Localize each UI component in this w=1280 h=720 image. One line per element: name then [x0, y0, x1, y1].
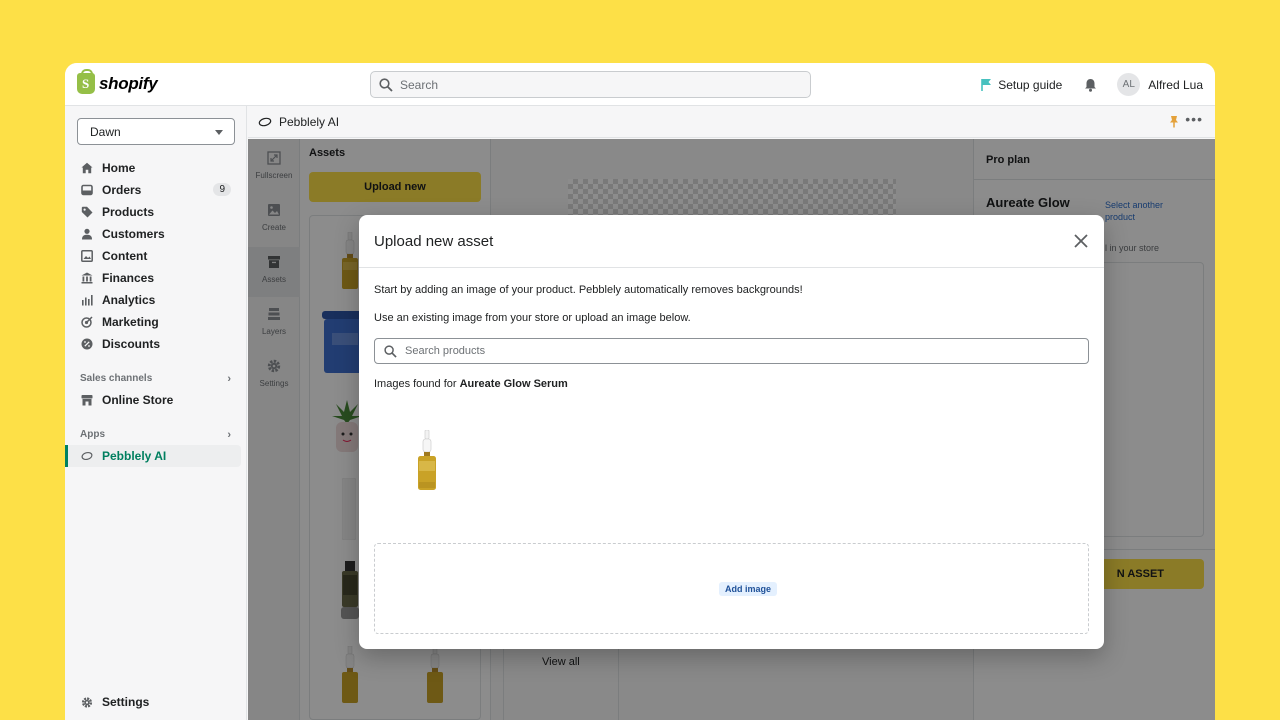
search-input[interactable]	[400, 77, 800, 92]
images-found-prefix: Images found for	[374, 378, 460, 390]
bank-icon	[81, 272, 93, 284]
sidebar-item-finances[interactable]: Finances	[65, 267, 247, 289]
home-icon	[81, 162, 93, 174]
top-right-controls: Setup guide AL Alfred Lua	[981, 71, 1203, 98]
sidebar-item-orders[interactable]: Orders 9	[65, 179, 247, 201]
sales-channels-label: Sales channels	[80, 372, 153, 384]
target-icon	[81, 316, 93, 328]
discount-icon	[81, 338, 93, 350]
sidebar-item-label: Products	[102, 205, 155, 219]
sidebar-item-pebblely-ai[interactable]: Pebblely AI	[65, 445, 241, 467]
close-icon[interactable]	[1072, 232, 1090, 250]
sidebar-item-label: Settings	[102, 695, 150, 709]
sidebar-item-label: Orders	[102, 183, 142, 197]
tag-icon	[81, 206, 93, 218]
sidebar-item-label: Discounts	[102, 337, 161, 351]
shopify-logo[interactable]: shopify	[77, 69, 158, 94]
sidebar-item-analytics[interactable]: Analytics	[65, 289, 247, 311]
notifications-button[interactable]	[1084, 78, 1097, 92]
images-found-product: Aureate Glow Serum	[459, 378, 568, 390]
modal-intro-text: Start by adding an image of your product…	[374, 284, 803, 296]
app-title: Pebblely AI	[279, 114, 340, 129]
bell-icon	[1085, 78, 1097, 92]
orders-icon	[81, 184, 93, 196]
sidebar-item-online-store[interactable]: Online Store	[65, 389, 247, 411]
store-name: Dawn	[90, 124, 121, 139]
sidebar-item-label: Marketing	[102, 315, 159, 329]
sidebar-item-content[interactable]: Content	[65, 245, 247, 267]
person-icon	[81, 228, 93, 240]
sidebar-item-customers[interactable]: Customers	[65, 223, 247, 245]
content-icon	[81, 250, 93, 262]
logo-text: shopify	[99, 73, 158, 93]
shopify-bag-icon	[77, 69, 95, 94]
sidebar-item-label: Customers	[102, 227, 165, 241]
pebble-icon	[81, 450, 93, 462]
product-search[interactable]	[374, 338, 1089, 364]
more-options-icon[interactable]: •••	[1185, 111, 1203, 127]
store-selector[interactable]: Dawn	[77, 118, 235, 145]
pebble-icon	[258, 117, 272, 126]
search-products-input[interactable]	[405, 345, 1065, 357]
modal-header: Upload new asset	[359, 215, 1104, 268]
sales-channels-header[interactable]: Sales channels ›	[65, 367, 247, 389]
sidebar-item-products[interactable]: Products	[65, 201, 247, 223]
flag-icon	[981, 79, 992, 91]
sidebar: Dawn Home Orders 9 Products Customers Co…	[65, 106, 247, 720]
setup-guide-button[interactable]: Setup guide	[981, 78, 1062, 92]
sidebar-item-label: Pebblely AI	[102, 449, 167, 463]
upload-asset-modal: Upload new asset Start by adding an imag…	[359, 215, 1104, 649]
apps-label: Apps	[80, 428, 105, 440]
main-nav: Home Orders 9 Products Customers Content	[65, 157, 247, 467]
bar-chart-icon	[81, 294, 93, 306]
global-search[interactable]	[370, 71, 811, 98]
sidebar-item-label: Analytics	[102, 293, 156, 307]
modal-existing-text: Use an existing image from your store or…	[374, 312, 691, 324]
chevron-right-icon: ›	[227, 429, 231, 441]
sidebar-item-home[interactable]: Home	[65, 157, 247, 179]
user-name: Alfred Lua	[1148, 77, 1203, 92]
orders-count-badge: 9	[213, 183, 231, 196]
user-menu[interactable]: AL Alfred Lua	[1117, 73, 1203, 96]
product-image-thumbnail[interactable]	[415, 430, 439, 492]
search-icon	[384, 344, 397, 358]
sidebar-item-label: Online Store	[102, 393, 174, 407]
sidebar-settings: Settings	[65, 691, 247, 713]
pin-icon[interactable]	[1169, 115, 1179, 128]
apps-header[interactable]: Apps ›	[65, 423, 247, 445]
sidebar-item-settings[interactable]: Settings	[65, 691, 247, 713]
sidebar-item-label: Finances	[102, 271, 155, 285]
gear-icon	[81, 696, 93, 708]
sidebar-item-marketing[interactable]: Marketing	[65, 311, 247, 333]
search-icon	[379, 77, 393, 92]
sidebar-item-label: Home	[102, 161, 136, 175]
add-image-button[interactable]: Add image	[719, 582, 778, 596]
chevron-right-icon: ›	[227, 373, 231, 385]
images-found-text: Images found for Aureate Glow Serum	[374, 378, 568, 390]
modal-title: Upload new asset	[374, 233, 494, 250]
setup-guide-label: Setup guide	[998, 77, 1063, 92]
top-bar: shopify Setup guide AL Alfred Lua	[65, 63, 1215, 106]
caret-down-icon	[215, 130, 223, 135]
store-icon	[81, 394, 93, 406]
avatar: AL	[1117, 73, 1141, 96]
sidebar-item-discounts[interactable]: Discounts	[65, 333, 247, 355]
sidebar-item-label: Content	[102, 249, 148, 263]
app-header: Pebblely AI •••	[248, 106, 1215, 138]
image-dropzone[interactable]: Add image	[374, 543, 1089, 634]
